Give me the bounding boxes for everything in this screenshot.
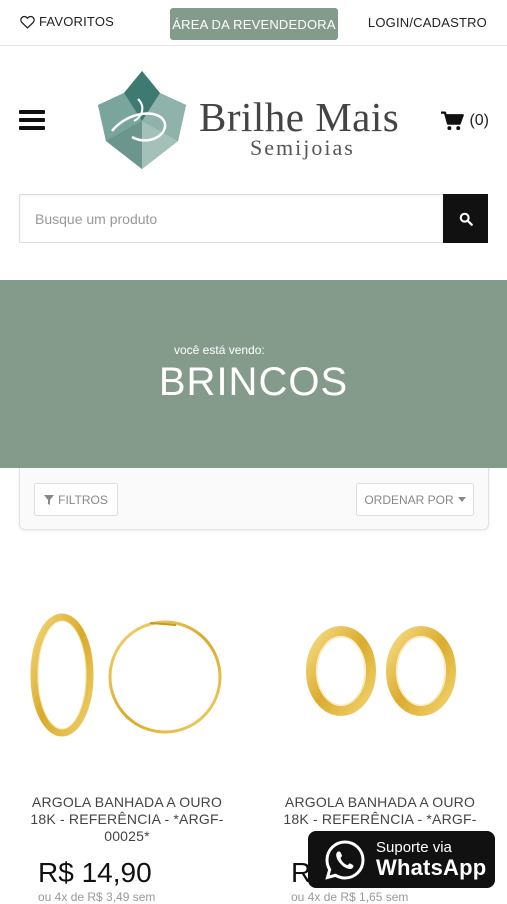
- banner-subtitle: você está vendo:: [174, 343, 265, 357]
- search-icon: [459, 212, 473, 226]
- category-title: BRINCOS: [158, 360, 349, 404]
- product-card[interactable]: ARGOLA BANHADA A OURO 18K - REFERÊNCIA -…: [0, 595, 254, 904]
- logo-mark-icon: [98, 71, 186, 169]
- search-button[interactable]: [443, 194, 488, 243]
- favorites-label: FAVORITOS: [39, 14, 115, 29]
- product-installment: ou 4x de R$ 1,65 sem: [291, 890, 409, 904]
- heart-icon: [20, 15, 35, 29]
- brand-subtitle: Semijoias: [250, 135, 355, 160]
- category-banner: você está vendo: BRINCOS: [0, 280, 507, 468]
- favorites-link[interactable]: FAVORITOS: [20, 14, 114, 29]
- top-bar: FAVORITOS ÁREA DA REVENDEDORA LOGIN/CADA…: [0, 0, 507, 46]
- login-register-link[interactable]: LOGIN/CADASTRO: [368, 15, 487, 30]
- sort-dropdown[interactable]: ORDENAR POR: [356, 483, 474, 516]
- reseller-area-button[interactable]: ÁREA DA REVENDEDORA: [170, 8, 338, 40]
- site-header: Brilhe Mais Semijoias (0): [0, 47, 507, 193]
- sort-label: ORDENAR POR: [364, 492, 454, 507]
- cart-button[interactable]: (0): [441, 111, 489, 131]
- whatsapp-line1: Suporte via: [376, 839, 452, 857]
- search-bar: [19, 194, 488, 243]
- brand-logo[interactable]: Brilhe Mais Semijoias: [98, 71, 418, 171]
- filter-icon: [44, 494, 55, 505]
- caret-down-icon: [457, 497, 466, 502]
- product-image[interactable]: [0, 595, 254, 770]
- product-image[interactable]: [253, 595, 507, 770]
- menu-icon[interactable]: [19, 110, 45, 130]
- cart-icon: [441, 111, 465, 131]
- whatsapp-line2: WhatsApp: [376, 854, 487, 880]
- search-input[interactable]: [19, 194, 443, 243]
- filter-toolbar: FILTROS ORDENAR POR: [19, 468, 489, 530]
- filters-label: FILTROS: [58, 492, 108, 507]
- whatsapp-support-button[interactable]: Suporte via WhatsApp: [308, 831, 495, 888]
- product-installment: ou 4x de R$ 3,49 sem: [38, 890, 156, 904]
- product-name[interactable]: ARGOLA BANHADA A OURO 18K - REFERÊNCIA -…: [20, 794, 234, 845]
- whatsapp-icon: [325, 839, 365, 880]
- brand-name: Brilhe Mais: [199, 94, 400, 140]
- filters-button[interactable]: FILTROS: [34, 483, 118, 516]
- cart-count: (0): [469, 112, 489, 129]
- product-price: R$ 14,90: [38, 857, 152, 888]
